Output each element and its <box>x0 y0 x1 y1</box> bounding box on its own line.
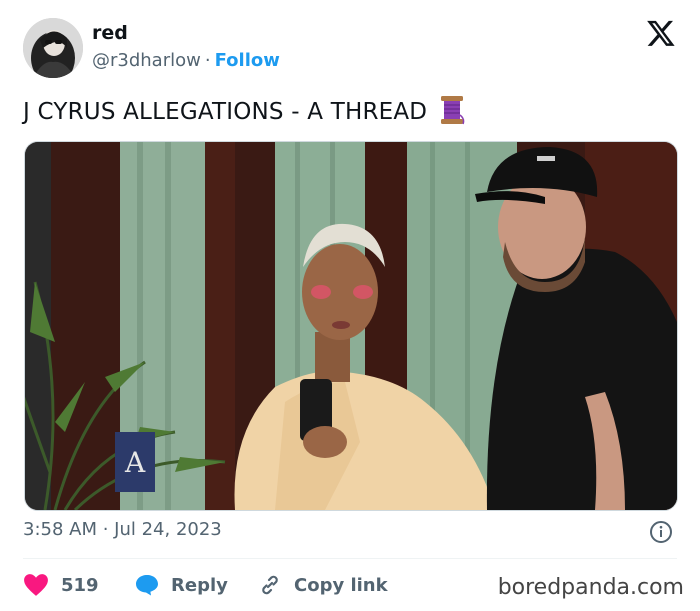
copy-link-button[interactable]: Copy link <box>258 571 388 599</box>
reply-button[interactable]: Reply <box>135 571 228 599</box>
follow-button[interactable]: Follow <box>215 50 280 71</box>
separator-dot: · <box>204 50 211 71</box>
like-button[interactable]: 519 <box>23 571 99 599</box>
copy-link-label: Copy link <box>294 574 388 596</box>
link-icon <box>262 575 278 595</box>
avatar[interactable] <box>23 18 83 78</box>
reply-label: Reply <box>171 574 228 596</box>
author-name[interactable]: red <box>92 22 128 44</box>
author-handle[interactable]: @r3dharlow <box>92 50 201 71</box>
tweet-media-photo[interactable]: A <box>24 141 678 511</box>
avatar-photo <box>23 18 83 78</box>
x-logo-icon[interactable] <box>646 18 676 48</box>
watermark: boredpanda.com <box>497 575 684 600</box>
author-meta: @r3dharlow · Follow <box>92 50 280 71</box>
reply-bubble-icon <box>136 575 158 596</box>
tweet-text-content: J CYRUS ALLEGATIONS - A THREAD <box>23 99 428 125</box>
info-icon[interactable] <box>649 520 673 544</box>
divider <box>23 558 677 559</box>
photo-image: A <box>25 142 677 510</box>
tweet-card: red @r3dharlow · Follow J CYRUS ALLEGATION… <box>0 0 700 611</box>
svg-text:A: A <box>124 446 146 479</box>
tweet-text: J CYRUS ALLEGATIONS - A THREAD <box>23 95 465 125</box>
tweet-timestamp[interactable]: 3:58 AM · Jul 24, 2023 <box>23 519 222 540</box>
heart-icon <box>24 574 48 596</box>
likes-count: 519 <box>61 574 99 596</box>
spool-of-thread-icon <box>440 96 465 125</box>
